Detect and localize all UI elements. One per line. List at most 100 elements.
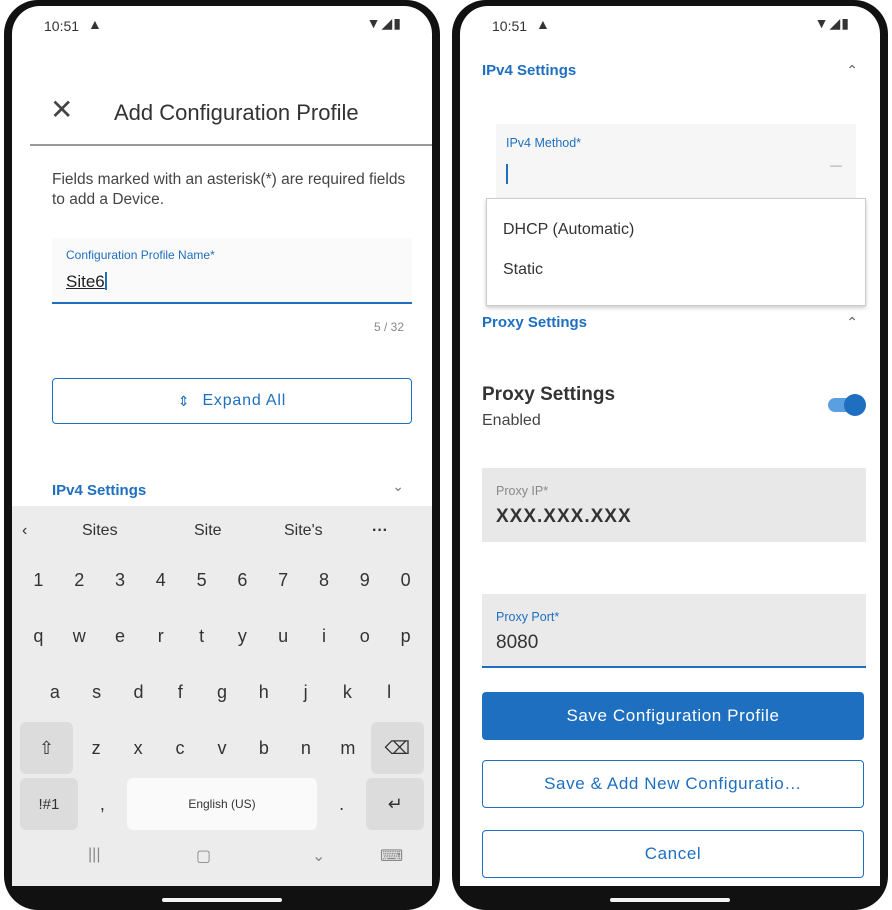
keyboard-row-z: ⇧ z x c v b n m ⌫: [18, 722, 426, 774]
page-title: Add Configuration Profile: [114, 100, 359, 125]
close-icon[interactable]: ✕: [50, 96, 73, 124]
key[interactable]: e: [102, 610, 139, 662]
keyboard-row-numbers: 1 2 3 4 5 6 7 8 9 0: [18, 554, 426, 606]
warning-icon: ▲: [536, 16, 550, 32]
proxy-ip-value: XXX.XXX.XXX: [496, 506, 632, 527]
chevron-up-icon[interactable]: ⌃: [846, 62, 858, 79]
space-key[interactable]: English (US): [127, 778, 317, 830]
key[interactable]: h: [245, 666, 283, 718]
key[interactable]: 9: [346, 554, 383, 606]
key[interactable]: s: [78, 666, 116, 718]
proxy-port-label: Proxy Port*: [496, 610, 560, 624]
period-key[interactable]: .: [321, 778, 362, 830]
text-cursor: [506, 164, 508, 184]
key[interactable]: w: [61, 610, 98, 662]
option-static[interactable]: Static: [503, 261, 543, 279]
suggestion-2[interactable]: Site: [194, 522, 222, 540]
proxy-settings-header[interactable]: Proxy Settings: [482, 314, 587, 331]
key[interactable]: v: [203, 722, 241, 774]
symbols-key[interactable]: !#1: [20, 778, 78, 830]
key[interactable]: 8: [306, 554, 343, 606]
home-indicator: [610, 898, 730, 902]
key[interactable]: f: [161, 666, 199, 718]
required-fields-help: Fields marked with an asterisk(*) are re…: [52, 171, 406, 208]
keyboard-row-a: a s d f g h j k l: [34, 666, 410, 718]
key[interactable]: 1: [20, 554, 57, 606]
expand-icon: ⇕: [177, 392, 191, 409]
profile-name-field[interactable]: Configuration Profile Name* Site6: [52, 238, 412, 304]
ipv4-method-dropdown: DHCP (Automatic) Static: [486, 198, 866, 306]
cancel-button[interactable]: Cancel: [482, 830, 864, 878]
ipv4-method-label: IPv4 Method*: [506, 136, 582, 150]
right-phone: 10:51 ▲ ▼◢▮ IPv4 Settings ⌃ IPv4 Method*…: [452, 0, 888, 910]
key[interactable]: c: [161, 722, 199, 774]
left-phone: 10:51 ▲ ▼◢▮ ✕ Add Configuration Profile …: [4, 0, 440, 910]
key[interactable]: z: [77, 722, 115, 774]
comma-key[interactable]: ,: [82, 778, 123, 830]
key[interactable]: g: [203, 666, 241, 718]
save-add-new-button[interactable]: Save & Add New Configuratio…: [482, 760, 864, 808]
key[interactable]: k: [328, 666, 366, 718]
key[interactable]: m: [329, 722, 367, 774]
profile-name-label: Configuration Profile Name*: [66, 248, 215, 262]
right-screen: 10:51 ▲ ▼◢▮ IPv4 Settings ⌃ IPv4 Method*…: [460, 6, 880, 886]
text-cursor: [104, 272, 107, 290]
key[interactable]: b: [245, 722, 283, 774]
proxy-toggle-state: Enabled: [482, 412, 541, 429]
home-icon[interactable]: ▢: [196, 846, 211, 866]
key[interactable]: p: [387, 610, 424, 662]
key[interactable]: o: [346, 610, 383, 662]
key[interactable]: y: [224, 610, 261, 662]
expand-all-button[interactable]: ⇕ Expand All: [52, 378, 412, 424]
key[interactable]: r: [142, 610, 179, 662]
proxy-ip-field[interactable]: Proxy IP* XXX.XXX.XXX: [482, 468, 866, 542]
back-icon[interactable]: ⌄: [312, 846, 325, 866]
proxy-port-value: 8080: [496, 632, 539, 653]
signal-battery-icon: ▼◢▮: [366, 15, 402, 31]
char-counter: 5 / 32: [373, 320, 404, 334]
soft-keyboard: ‹ Sites Site Site's ··· 1 2 3 4 5 6 7 8 …: [12, 506, 432, 886]
save-profile-button[interactable]: Save Configuration Profile: [482, 692, 864, 740]
chevron-left-icon[interactable]: ‹: [22, 522, 27, 540]
profile-name-input[interactable]: Site6: [66, 272, 107, 292]
key[interactable]: q: [20, 610, 57, 662]
suggestion-bar: ‹ Sites Site Site's ···: [12, 514, 432, 548]
key[interactable]: j: [287, 666, 325, 718]
proxy-ip-label: Proxy IP*: [496, 484, 549, 498]
option-dhcp[interactable]: DHCP (Automatic): [503, 221, 634, 239]
backspace-key[interactable]: ⌫: [370, 722, 424, 774]
key[interactable]: 2: [61, 554, 98, 606]
key[interactable]: 4: [142, 554, 179, 606]
key[interactable]: u: [265, 610, 302, 662]
key[interactable]: n: [287, 722, 325, 774]
key[interactable]: i: [306, 610, 343, 662]
more-icon[interactable]: ···: [372, 522, 388, 540]
key[interactable]: 7: [265, 554, 302, 606]
navigation-bar: ||| ▢ ⌄ ⌨: [12, 842, 432, 872]
shift-key[interactable]: ⇧: [20, 722, 74, 774]
key[interactable]: a: [36, 666, 74, 718]
proxy-port-field[interactable]: Proxy Port* 8080: [482, 594, 866, 668]
keyboard-icon[interactable]: ⌨: [380, 846, 403, 866]
keyboard-row-q: q w e r t y u i o p: [18, 610, 426, 662]
key[interactable]: 6: [224, 554, 261, 606]
suggestion-3[interactable]: Site's: [284, 522, 323, 540]
key[interactable]: d: [120, 666, 158, 718]
key[interactable]: l: [370, 666, 408, 718]
chevron-down-icon[interactable]: ⌄: [392, 478, 404, 495]
key[interactable]: 3: [102, 554, 139, 606]
enter-key[interactable]: ↵: [366, 778, 424, 830]
key[interactable]: t: [183, 610, 220, 662]
proxy-toggle[interactable]: [828, 394, 866, 416]
key[interactable]: x: [119, 722, 157, 774]
key[interactable]: 0: [387, 554, 424, 606]
ipv4-settings-header[interactable]: IPv4 Settings: [482, 62, 576, 79]
status-bar: 10:51 ▲ ▼◢▮: [12, 6, 432, 40]
chevron-up-icon[interactable]: ⌃: [846, 314, 858, 331]
status-time: 10:51: [492, 18, 528, 34]
recents-icon[interactable]: |||: [88, 846, 100, 864]
ipv4-settings-header[interactable]: IPv4 Settings: [52, 482, 146, 499]
key[interactable]: 5: [183, 554, 220, 606]
suggestion-1[interactable]: Sites: [82, 522, 118, 540]
ipv4-method-select[interactable]: IPv4 Method* —: [496, 124, 856, 198]
